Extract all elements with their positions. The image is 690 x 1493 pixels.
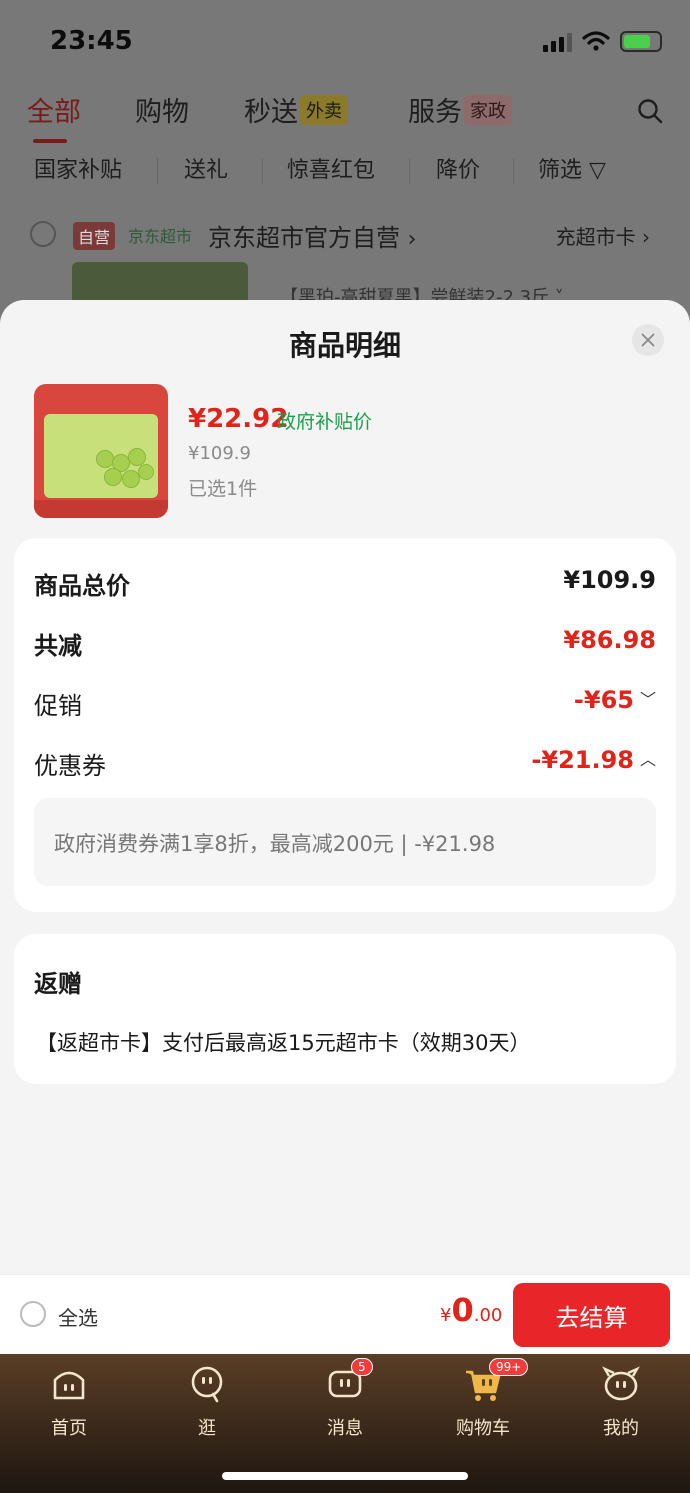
- status-bar: 23:45: [0, 24, 690, 64]
- nav-profile-label: 我的: [603, 1418, 639, 1439]
- checkout-button[interactable]: 去结算: [513, 1283, 670, 1347]
- product-image[interactable]: [34, 384, 168, 518]
- home-indicator: [222, 1472, 468, 1480]
- funnel-icon: ▽: [589, 158, 606, 183]
- promo-value: -¥65: [573, 686, 634, 714]
- nav-profile[interactable]: 我的: [571, 1364, 671, 1440]
- tab-service-pill: 家政: [464, 95, 512, 125]
- total-row: 商品总价 ¥109.9: [34, 566, 656, 600]
- filter-gift[interactable]: 送礼: [184, 152, 228, 184]
- price-current: ¥22.92: [188, 404, 289, 434]
- rebate-card: 返赠 【返超市卡】支付后最高返15元超市卡（效期30天）: [14, 934, 676, 1084]
- nav-cart-label: 购物车: [456, 1418, 510, 1439]
- total-label: 商品总价: [34, 572, 130, 600]
- nav-cart[interactable]: 99+ 购物车: [433, 1358, 533, 1440]
- shop-header: 自营 京东超市 京东超市官方自营 › 充超市卡 ›: [0, 218, 690, 252]
- nav-browse-label: 逛: [198, 1418, 216, 1439]
- status-time: 23:45: [50, 26, 133, 56]
- promo-label: 促销: [34, 692, 82, 720]
- filter-screen-label: 筛选: [538, 158, 583, 183]
- cart-icon: 99+: [463, 1358, 529, 1404]
- coupon-detail: 政府消费券满1享8折，最高减200元 | -¥21.98: [54, 832, 496, 856]
- sheet-title: 商品明细: [288, 329, 401, 362]
- cart-badge: 99+: [489, 1358, 529, 1376]
- tab-all-label: 全部: [27, 97, 81, 128]
- signal-icon: [543, 32, 572, 52]
- reduction-row: 共减 ¥86.98: [34, 626, 656, 660]
- messages-badge: 5: [351, 1358, 373, 1376]
- shop-name-text: 京东超市官方自营: [208, 224, 400, 252]
- close-button[interactable]: [632, 324, 664, 356]
- profile-icon: [601, 1364, 641, 1404]
- filter-screen[interactable]: 筛选 ▽: [538, 152, 606, 184]
- recharge-card-link[interactable]: 充超市卡 ›: [556, 221, 650, 250]
- filter-price-drop[interactable]: 降价: [436, 152, 480, 184]
- subsidy-price-tag: 政府补贴价: [277, 411, 373, 433]
- coupon-value: -¥21.98: [531, 746, 634, 774]
- home-face-icon: [49, 1364, 89, 1404]
- tab-instant-pill: 外卖: [300, 95, 348, 125]
- coupon-row[interactable]: 优惠券 -¥21.98 ︿: [34, 746, 656, 780]
- nav-messages[interactable]: 5 消息: [295, 1358, 395, 1440]
- price-summary-card: 商品总价 ¥109.9 共减 ¥86.98 促销 -¥65 ﹀ 优惠券 -¥21.…: [14, 538, 676, 912]
- chevron-down-icon: ﹀: [639, 690, 656, 709]
- total-currency: ¥: [440, 1305, 452, 1326]
- total-value: ¥109.9: [563, 566, 656, 594]
- search-icon[interactable]: [637, 98, 663, 124]
- coupon-detail-box: 政府消费券满1享8折，最高减200元 | -¥21.98: [34, 798, 656, 886]
- shop-select-radio[interactable]: [30, 221, 56, 247]
- selected-count: 已选1件: [188, 478, 258, 500]
- total-amount: ¥0.00: [440, 1291, 502, 1329]
- tab-instant[interactable]: 秒送 外卖: [244, 90, 348, 129]
- checkout-bar: 全选 ¥0.00 去结算: [0, 1274, 690, 1354]
- promo-row[interactable]: 促销 -¥65 ﹀: [34, 686, 656, 720]
- tab-shopping-label: 购物: [135, 97, 189, 128]
- product-detail-sheet: 商品明细 ¥22.92 政府补贴价 ¥109.9 已选1件 商品总价 ¥109.…: [0, 300, 690, 1352]
- reduction-label: 共减: [34, 632, 82, 660]
- filter-red-packet[interactable]: 惊喜红包: [287, 152, 375, 184]
- tab-all[interactable]: 全部: [27, 90, 81, 143]
- nav-browse[interactable]: 逛: [157, 1364, 257, 1440]
- nav-messages-label: 消息: [327, 1418, 363, 1439]
- total-integer: 0: [451, 1291, 474, 1329]
- reduction-value: ¥86.98: [563, 626, 656, 654]
- background-page: 23:45 全部 购物 秒送 外卖 服务 家政 国家补贴 送礼 惊喜红包 降价 …: [0, 0, 690, 340]
- nav-home[interactable]: 首页: [19, 1364, 119, 1440]
- shop-name[interactable]: 京东超市官方自营 ›: [208, 218, 416, 253]
- tab-service[interactable]: 服务 家政: [408, 90, 512, 129]
- chevron-right-icon: ›: [407, 227, 417, 252]
- tab-shopping[interactable]: 购物: [135, 90, 189, 129]
- rebate-detail: 【返超市卡】支付后最高返15元超市卡（效期30天）: [36, 1031, 531, 1055]
- total-decimal: .00: [473, 1305, 503, 1326]
- browse-face-icon: [187, 1364, 227, 1404]
- filter-bar: 国家补贴 送礼 惊喜红包 降价 筛选 ▽: [0, 152, 690, 192]
- coupon-label: 优惠券: [34, 752, 106, 780]
- tab-instant-label: 秒送: [244, 97, 298, 128]
- rebate-title: 返赠: [34, 970, 82, 998]
- battery-icon: [620, 31, 662, 52]
- market-tag: 京东超市: [128, 227, 193, 246]
- select-all-radio[interactable]: [20, 1301, 46, 1327]
- close-icon: [641, 333, 655, 347]
- wifi-icon: [582, 31, 610, 51]
- self-operated-tag: 自营: [73, 222, 116, 250]
- filter-subsidy[interactable]: 国家补贴: [34, 152, 122, 184]
- nav-home-label: 首页: [51, 1418, 87, 1439]
- tab-service-label: 服务: [408, 97, 462, 128]
- chevron-up-icon: ︿: [639, 750, 656, 769]
- message-icon: 5: [325, 1358, 373, 1404]
- select-all-label[interactable]: 全选: [58, 1302, 98, 1331]
- top-tabs: 全部 购物 秒送 外卖 服务 家政: [0, 90, 690, 143]
- price-original: ¥109.9: [188, 443, 251, 464]
